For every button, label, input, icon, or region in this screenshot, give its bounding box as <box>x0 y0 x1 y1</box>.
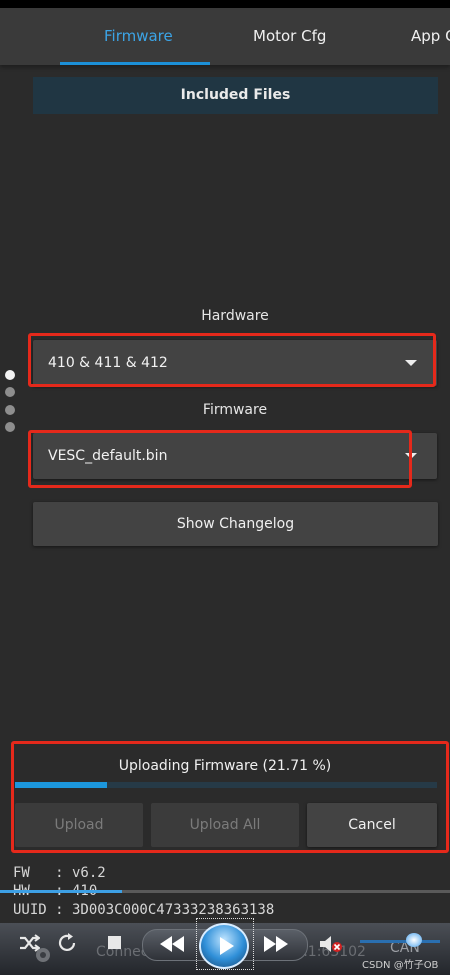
status-bar <box>0 0 450 8</box>
mute-volume-icon[interactable] <box>318 933 344 955</box>
fast-forward-icon[interactable] <box>262 935 290 953</box>
watermark-text: CSDN @竹子OB <box>362 960 439 971</box>
upload-status-text: Uploading Firmware (21.71 %) <box>118 758 332 774</box>
tab-motor-cfg[interactable]: Motor Cfg <box>253 8 326 65</box>
stop-icon[interactable] <box>108 936 121 949</box>
hardware-dropdown[interactable]: 410 & 411 & 412 <box>33 340 437 386</box>
tab-app-cfg[interactable]: App C <box>411 8 450 65</box>
upload-progress-fill <box>15 782 107 788</box>
upload-button[interactable]: Upload <box>15 803 143 847</box>
vesc-tool-window: Firmware Motor Cfg App C Included Files … <box>0 0 450 975</box>
hardware-dropdown-value: 410 & 411 & 412 <box>48 355 168 371</box>
cancel-button[interactable]: Cancel <box>307 803 437 847</box>
included-files-header[interactable]: Included Files <box>33 77 438 114</box>
play-focus-ring <box>196 918 254 970</box>
firmware-dropdown-value: VESC_default.bin <box>48 448 168 464</box>
upload-progress-bar <box>15 782 437 788</box>
gear-icon[interactable] <box>31 943 55 967</box>
fw-version-line: FW : v6.2 <box>13 865 106 881</box>
tab-firmware[interactable]: Firmware <box>104 8 173 65</box>
chevron-down-icon <box>405 453 417 459</box>
page-dot-1[interactable] <box>5 370 15 380</box>
page-dot-2[interactable] <box>5 387 15 397</box>
firmware-label: Firmware <box>202 402 268 418</box>
active-tab-indicator <box>60 62 210 65</box>
volume-slider-track[interactable] <box>360 940 440 943</box>
uuid-line: UUID : 3D003C000C47333238363138 <box>13 902 275 918</box>
repeat-icon[interactable] <box>56 932 78 954</box>
upload-all-button[interactable]: Upload All <box>151 803 299 847</box>
tab-bar: Firmware Motor Cfg App C <box>0 8 450 65</box>
show-changelog-button[interactable]: Show Changelog <box>33 502 438 546</box>
firmware-dropdown[interactable]: VESC_default.bin <box>33 433 437 479</box>
rewind-icon[interactable] <box>158 935 186 953</box>
hardware-label: Hardware <box>201 308 269 324</box>
media-seek-fill <box>0 890 122 893</box>
page-dot-4[interactable] <box>5 422 15 432</box>
chevron-down-icon <box>405 360 417 366</box>
volume-slider-knob[interactable] <box>406 933 422 947</box>
